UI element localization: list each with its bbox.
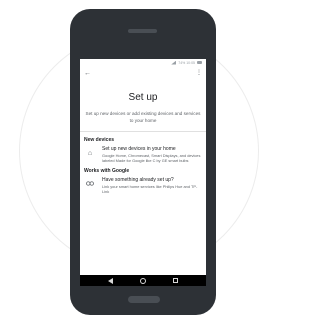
nav-bar	[80, 275, 206, 286]
nav-recents-icon[interactable]	[173, 278, 179, 283]
section-header-new-devices: New devices	[84, 137, 115, 143]
phone-frame: 74% 10:05 ← ⋮ Set up Set up new devices …	[70, 9, 216, 315]
status-bar: 74% 10:05	[80, 59, 206, 66]
phone-speaker	[128, 29, 157, 33]
battery-icon	[197, 61, 202, 64]
signal-icon	[171, 60, 177, 65]
list-item-set-up-new-devices[interactable]: ⌂ Set up new devices in your home Google…	[80, 143, 206, 163]
section-header-works-with-google: Works with Google	[84, 168, 130, 175]
back-arrow-icon[interactable]: ←	[84, 70, 91, 77]
item-description: Link your smart home services like Phili…	[102, 183, 198, 195]
nav-back-icon[interactable]	[107, 277, 113, 284]
home-icon: ⌂	[87, 150, 93, 157]
page-subtitle: Set up new devices or add existing devic…	[85, 111, 201, 123]
phone-screen: 74% 10:05 ← ⋮ Set up Set up new devices …	[80, 59, 206, 286]
link-icon	[84, 177, 96, 194]
more-vert-icon[interactable]: ⋮	[196, 70, 202, 76]
link-glyph	[86, 181, 94, 186]
item-description: Google Home, Chromecast, Smart Displays,…	[102, 152, 201, 163]
nav-home-icon[interactable]	[139, 277, 146, 284]
status-text: 74% 10:05	[178, 60, 195, 65]
phone-home-button	[128, 296, 160, 303]
app-bar: ← ⋮	[80, 66, 206, 80]
list-item-link-existing[interactable]: Have something already set up? Link your…	[80, 174, 206, 194]
page-title: Set up	[128, 92, 158, 103]
